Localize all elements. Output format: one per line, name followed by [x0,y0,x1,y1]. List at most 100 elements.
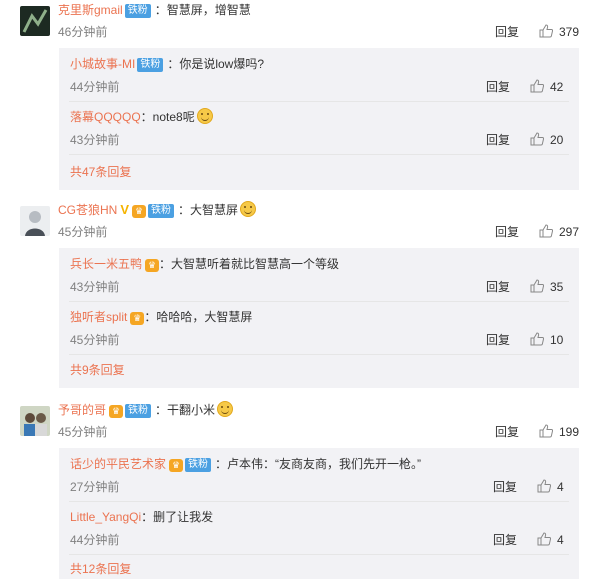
reply-text: ：大智慧听着就比智慧高一个等级 [159,257,340,271]
comment-text: ：智慧屏，增智慧 [154,3,251,17]
smile-emoji-icon [196,108,213,124]
like-button[interactable]: 379 [539,22,579,42]
reply-header: 落幕QQQQQ：note8呢 [70,107,213,127]
reply-header: 独听者split ♛ ：哈哈哈，大智慧屏 [70,307,252,327]
username-link[interactable]: 克里斯gmail [58,3,123,17]
more-replies-link[interactable]: 共12条回复 [70,559,131,579]
timestamp: 44分钟前 [70,533,120,547]
thumbs-up-icon [530,132,544,146]
avatar[interactable] [20,6,50,36]
avatar[interactable] [20,206,50,236]
timestamp: 43分钟前 [70,133,120,147]
divider [69,301,569,302]
reply-text: ：哈哈哈，大智慧屏 [144,310,253,324]
fan-badge[interactable]: 铁粉 [125,404,152,418]
username-link[interactable]: 落幕QQQQQ [70,110,141,124]
reply-button[interactable]: 回复 [486,330,510,350]
thumbs-up-icon [539,224,553,238]
v-verified-icon: V [120,202,130,217]
timestamp: 43分钟前 [70,280,120,294]
divider [69,554,569,555]
reply-button[interactable]: 回复 [495,222,519,242]
reply-text: ：note8呢 [140,110,195,124]
timestamp: 44分钟前 [70,80,120,94]
comment-text: ：大智慧屏 [178,203,239,217]
username-link[interactable]: 独听者split [70,310,127,324]
like-count: 297 [559,225,580,239]
thumbs-up-icon [537,532,551,546]
like-count: 199 [559,425,580,439]
like-button[interactable]: 35 [530,277,563,297]
reply-header: 小城故事-MI 铁粉 ：你是说low爆吗? [70,54,264,74]
reply-text: ：删了让我发 [141,510,214,524]
timestamp: 45分钟前 [58,425,108,439]
reply-header: Little_YangQi：删了让我发 [70,507,213,527]
reply-list: 兵长一米五鸭 ♛ ：大智慧听着就比智慧高一个等级 43分钟前 回复 35 独听者sp… [59,248,579,388]
vip-crown-icon[interactable]: ♛ [130,312,145,325]
like-button[interactable]: 297 [539,222,579,242]
timestamp: 45分钟前 [58,225,108,239]
thumbs-up-icon [537,479,551,493]
more-replies-link[interactable]: 共9条回复 [70,360,125,380]
username-link[interactable]: 兵长一米五鸭 [70,257,142,271]
fan-badge[interactable]: 铁粉 [148,204,175,218]
like-button[interactable]: 20 [530,130,563,150]
like-button[interactable]: 42 [530,77,563,97]
like-count: 10 [550,333,564,347]
vip-crown-icon[interactable]: ♛ [132,205,147,218]
username-link[interactable]: CG苍狼HN [58,203,117,217]
comment-text: ：干翻小米 [155,403,216,417]
fan-badge[interactable]: 铁粉 [185,458,212,472]
reply-header: 兵长一米五鸭 ♛ ：大智慧听着就比智慧高一个等级 [70,254,339,274]
timestamp: 27分钟前 [70,480,120,494]
divider [69,354,569,355]
thumbs-up-icon [530,332,544,346]
like-button[interactable]: 4 [537,530,564,550]
reply-button[interactable]: 回复 [493,477,517,497]
like-count: 4 [557,533,564,547]
more-replies-link[interactable]: 共47条回复 [70,162,131,182]
reply-list: 话少的平民艺术家 ♛ 铁粉 ：卢本伟：“友商友商，我们先开一枪。” 27分钟前 回复 … [59,448,579,579]
timestamp: 46分钟前 [58,25,108,39]
reply-button[interactable]: 回复 [486,277,510,297]
thumbs-up-icon [539,424,553,438]
like-button[interactable]: 199 [539,422,579,442]
reply-text: ：卢本伟：“友商友商，我们先开一枪。” [215,457,422,471]
reply-list: 小城故事-MI 铁粉 ：你是说low爆吗? 44分钟前 回复 42 落幕QQQQQ：… [59,48,579,190]
username-link[interactable]: 予哥的哥 [58,403,106,417]
fan-badge[interactable]: 铁粉 [137,58,164,72]
reply-button[interactable]: 回复 [486,130,510,150]
like-button[interactable]: 4 [537,477,564,497]
smile-emoji-icon [240,201,257,217]
comment-header: 予哥的哥 ♛ 铁粉 ：干翻小米 [58,400,234,420]
like-count: 379 [559,25,580,39]
thumbs-up-icon [539,24,553,38]
reply-button[interactable]: 回复 [495,422,519,442]
divider [69,501,569,502]
divider [69,154,569,155]
username-link[interactable]: 话少的平民艺术家 [70,457,166,471]
like-count: 42 [550,80,564,94]
like-button[interactable]: 10 [530,330,563,350]
comment-header: CG苍狼HN V ♛ 铁粉 ：大智慧屏 [58,200,257,220]
reply-text: ：你是说low爆吗? [167,57,265,71]
reply-header: 话少的平民艺术家 ♛ 铁粉 ：卢本伟：“友商友商，我们先开一枪。” [70,454,421,474]
username-link[interactable]: Little_YangQi [70,510,141,524]
reply-button[interactable]: 回复 [486,77,510,97]
reply-button[interactable]: 回复 [495,22,519,42]
like-count: 4 [557,480,564,494]
thumbs-up-icon [530,279,544,293]
like-count: 35 [550,280,564,294]
smile-emoji-icon [217,401,234,417]
comment-header: 克里斯gmail 铁粉 ：智慧屏，增智慧 [58,0,251,20]
vip-crown-icon[interactable]: ♛ [109,405,124,418]
username-link[interactable]: 小城故事-MI [70,57,135,71]
like-count: 20 [550,133,564,147]
fan-badge[interactable]: 铁粉 [124,4,151,18]
reply-button[interactable]: 回复 [493,530,517,550]
avatar[interactable] [20,406,50,436]
vip-crown-icon[interactable]: ♛ [145,259,160,272]
timestamp: 45分钟前 [70,333,120,347]
divider [69,101,569,102]
vip-crown-icon[interactable]: ♛ [169,459,184,472]
